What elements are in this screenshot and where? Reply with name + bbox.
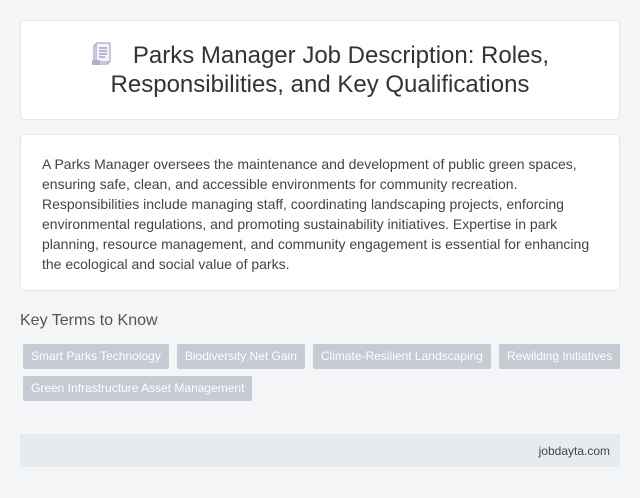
tag-climate-resilient-landscaping[interactable]: Climate-Resilient Landscaping — [312, 344, 491, 369]
footer: jobdayta.com — [20, 434, 620, 467]
tag-rewilding-initiatives[interactable]: Rewilding Initiatives — [498, 344, 621, 369]
tag-smart-parks-technology[interactable]: Smart Parks Technology — [23, 344, 169, 369]
tag-biodiversity-net-gain[interactable]: Biodiversity Net Gain — [176, 344, 305, 369]
page-title-text: Parks Manager Job Description: Roles, Re… — [110, 42, 550, 98]
key-terms-tags: Smart Parks Technology Biodiversity Net … — [23, 344, 623, 401]
summary-text: A Parks Manager oversees the maintenance… — [42, 156, 590, 272]
document-icon — [91, 42, 111, 65]
page-title: Parks Manager Job Description: Roles, Re… — [41, 41, 599, 99]
title-card: Parks Manager Job Description: Roles, Re… — [20, 20, 620, 120]
summary-card: A Parks Manager oversees the maintenance… — [20, 134, 620, 291]
key-terms-heading: Key Terms to Know — [20, 312, 158, 329]
page: Parks Manager Job Description: Roles, Re… — [0, 0, 640, 498]
tag-green-infrastructure-asset-management[interactable]: Green Infrastructure Asset Management — [23, 376, 253, 401]
footer-site-link[interactable]: jobdayta.com — [539, 444, 610, 458]
